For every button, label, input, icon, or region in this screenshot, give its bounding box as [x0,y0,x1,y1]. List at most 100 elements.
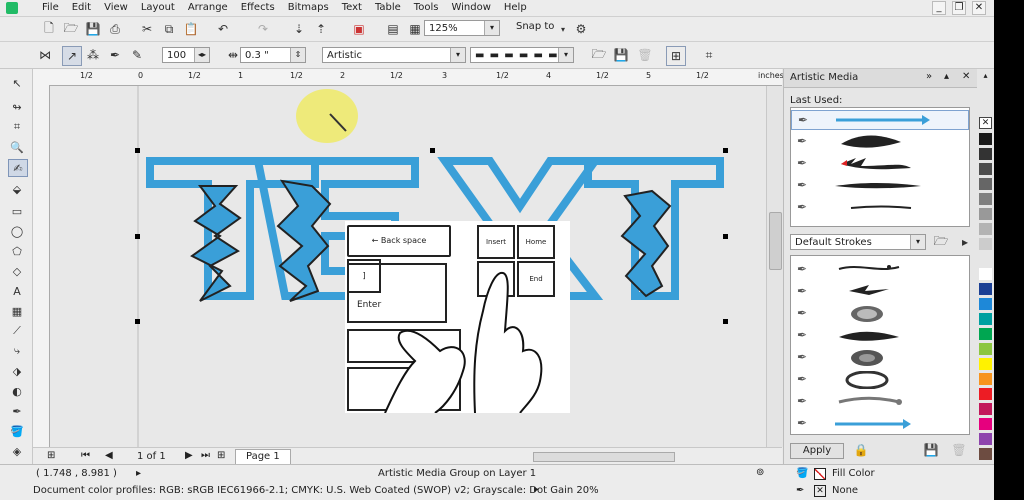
menu-file[interactable]: File [36,0,66,16]
menu-edit[interactable]: Edit [66,0,98,16]
outline-swatch[interactable]: ✕ [814,485,826,497]
last-used-stroke[interactable]: ✒ [791,176,969,196]
apply-button[interactable]: Apply [790,443,844,459]
color-swatch[interactable] [979,253,992,265]
horizontal-ruler[interactable]: inches 1/2 0 1/2 1 1/2 2 1/2 3 1/2 4 1/2 5 1/2 [50,69,784,86]
scale-stroke-icon[interactable]: ⊞ [666,46,686,66]
sprayer-mode-icon[interactable]: ⁂ [84,46,102,64]
color-swatch[interactable] [979,358,992,370]
save-stroke-icon[interactable]: 💾 [612,46,630,64]
drawing-canvas[interactable]: ← Back space Insert Home ] Enter End [50,86,766,447]
yellow-circle[interactable] [296,89,358,143]
menu-table[interactable]: Table [369,0,408,16]
shape-tool-icon[interactable]: ↬ [8,99,26,115]
previous-page-icon[interactable]: ◀ [105,450,113,461]
first-page-icon[interactable]: ⏮ [81,450,90,461]
paste-icon[interactable]: 📋 [182,20,200,38]
save-stroke-icon[interactable]: 💾 [922,441,940,459]
menu-tools[interactable]: Tools [408,0,446,16]
expand-arrow-icon[interactable]: ▸ [956,233,974,251]
pin-icon[interactable]: ▴ [944,71,949,82]
browse-folder-icon[interactable]: 🗁 [932,233,950,251]
color-swatch[interactable] [979,283,992,295]
stroke-item[interactable]: ✒ [791,392,969,412]
scroll-thumb[interactable] [769,212,782,270]
delete-icon[interactable]: 🗑 [636,46,654,64]
color-swatch[interactable] [979,208,992,220]
fill-swatch[interactable] [814,468,826,480]
color-swatch[interactable] [979,373,992,385]
page-tab[interactable]: Page 1 [235,449,291,465]
save-icon[interactable]: 💾 [84,20,102,38]
import-icon[interactable]: ⇣ [290,20,308,38]
vertical-scrollbar[interactable] [766,86,783,447]
menu-help[interactable]: Help [498,0,534,16]
bounding-box-icon[interactable]: ⌗ [700,46,718,64]
color-swatch[interactable] [979,178,992,190]
ruler-corner[interactable] [33,69,51,86]
color-swatch[interactable] [979,163,992,175]
last-page-icon[interactable]: ⏭ [201,450,210,461]
color-swatch[interactable] [979,418,992,430]
add-page-icon[interactable]: ⊞ [47,450,55,461]
delete-stroke-icon[interactable]: 🗑 [950,441,968,459]
play-icon[interactable]: ▸ [136,468,141,479]
zoom-dropdown[interactable]: 125% ▾ [424,20,500,36]
blend-tool-icon[interactable]: ⬗ [8,363,26,379]
color-swatch[interactable] [979,328,992,340]
menu-window[interactable]: Window [445,0,497,16]
color-swatch[interactable] [979,433,992,445]
horizontal-scrollbar[interactable] [533,452,675,462]
last-used-stroke[interactable]: ✒ [791,132,969,152]
freehand-smoothing-field[interactable]: 100 ◂▸ [162,47,210,63]
menu-view[interactable]: View [98,0,135,16]
color-swatch[interactable] [979,448,992,460]
zoom-tool-icon[interactable]: 🔍 [8,139,26,155]
stroke-item[interactable]: ✒ [791,282,969,302]
color-swatch[interactable] [979,193,992,205]
next-page-icon[interactable]: ▶ [185,450,193,461]
menu-bitmaps[interactable]: Bitmaps [282,0,336,16]
color-swatch[interactable] [979,223,992,235]
snap-icon[interactable]: ⊚ [756,467,764,478]
interactive-fill-icon[interactable]: ◈ [8,443,26,459]
application-launcher-icon[interactable]: ▤ [384,20,402,38]
copy-icon[interactable]: ⧉ [160,20,178,38]
menu-arrange[interactable]: Arrange [182,0,235,16]
export-icon[interactable]: ⇡ [312,20,330,38]
brush-mode-icon[interactable]: ↗ [62,46,82,66]
cut-icon[interactable]: ✂ [138,20,156,38]
text-tool-icon[interactable]: A [8,283,26,299]
stroke-item[interactable]: ✒ [791,370,969,390]
pressure-mode-icon[interactable]: ✎ [128,46,146,64]
redo-icon[interactable]: ↷ [254,20,272,38]
stroke-item[interactable]: ✒ [791,414,969,434]
freehand-tool-icon[interactable]: ✍ [8,159,28,177]
last-used-list[interactable]: ✒ ✒ ✒ ✒ ✒ [790,107,970,227]
lock-icon[interactable]: 🔒 [852,441,870,459]
color-swatch[interactable] [979,268,992,280]
options-icon[interactable]: ⚙ [572,20,590,38]
color-swatch[interactable] [979,403,992,415]
connector-tool-icon[interactable]: ⤷ [8,343,26,359]
vertical-ruler[interactable] [33,85,50,447]
publish-pdf-icon[interactable]: ▣ [350,20,368,38]
browse-icon[interactable]: 🗁 [590,46,608,64]
expand-icon[interactable]: » [926,71,932,82]
line-style-dropdown[interactable]: ▬ ▬ ▬ ▬ ▬ ▬ ▬ ▾ [470,47,574,77]
minimize-icon[interactable]: _ [932,1,946,15]
color-swatch[interactable] [979,343,992,355]
transparency-tool-icon[interactable]: ◐ [8,383,26,399]
play-icon[interactable]: ▸ [534,484,539,495]
ellipse-tool-icon[interactable]: ◯ [8,223,26,239]
close-icon[interactable]: ✕ [972,1,986,15]
color-swatch[interactable] [979,388,992,400]
smart-fill-icon[interactable]: ⬙ [8,181,26,197]
undo-icon[interactable]: ↶ [214,20,232,38]
palette-scroll-up-icon[interactable]: ▴ [979,71,992,83]
stroke-item[interactable]: ✒ [791,326,969,346]
stroke-category-dropdown[interactable]: Default Strokes ▾ [790,234,926,250]
last-used-stroke[interactable]: ✒ [791,198,969,218]
print-icon[interactable]: ⎙ [106,20,124,38]
menu-text[interactable]: Text [336,0,369,16]
